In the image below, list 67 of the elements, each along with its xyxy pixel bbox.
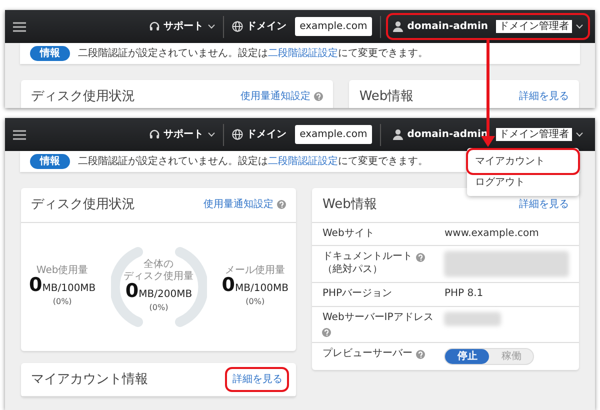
info-label: WebサーバーIPアドレス <box>322 312 434 324</box>
card-title: ディスク使用状況 <box>31 88 135 106</box>
user-name: domain-admin <box>407 20 488 34</box>
usage-percent: (0%) <box>149 302 168 314</box>
support-label: サポート <box>164 128 204 142</box>
menu-item[interactable]: ログアウト <box>469 172 577 193</box>
support-menu[interactable]: サポート <box>148 19 215 34</box>
headset-icon <box>148 129 160 140</box>
support-label: サポート <box>164 20 204 34</box>
usage-unit: MB/100MB <box>42 282 96 296</box>
user-icon <box>393 21 404 32</box>
two-factor-link[interactable]: 二段階認証設定 <box>268 48 338 59</box>
info-badge: 情報 <box>30 46 70 61</box>
role-badge: ドメイン管理者 <box>496 128 572 141</box>
domain-select[interactable]: example.com <box>294 17 372 36</box>
usage-label: 全体の <box>144 259 174 270</box>
usage-percent: (0%) <box>246 296 265 308</box>
info-badge: 情報 <box>30 154 70 169</box>
details-link[interactable]: 詳細を見る <box>519 89 569 104</box>
details-link[interactable]: 詳細を見る <box>519 197 569 212</box>
user-menu[interactable]: domain-admin ドメイン管理者 <box>389 16 587 37</box>
info-label: PHPバージョン <box>322 288 392 300</box>
headset-icon <box>148 21 160 32</box>
notice-text: 二段階認証が設定されていません。設定は二段階認証設定にて変更できます。 <box>78 154 428 169</box>
chevron-icon <box>208 132 215 137</box>
card-title: ディスク使用状況 <box>31 196 135 214</box>
domain-select[interactable]: example.com <box>294 125 372 144</box>
blurred-value <box>444 312 501 326</box>
card-title: マイアカウント情報 <box>31 370 148 388</box>
domain-label: ドメイン <box>246 128 287 142</box>
support-menu[interactable]: サポート <box>148 127 215 142</box>
usage-unit: MB/100MB <box>235 282 288 296</box>
role-badge: ドメイン管理者 <box>496 20 572 33</box>
menu-icon[interactable] <box>13 130 26 140</box>
chevron-icon <box>208 24 215 29</box>
notice-text: 二段階認証が設定されていません。設定は二段階認証設定にて変更できます。 <box>78 46 428 61</box>
chevron-icon <box>576 132 583 137</box>
usage-label: メール使用量 <box>225 264 286 276</box>
globe-icon <box>232 21 243 32</box>
globe-icon <box>232 129 243 140</box>
toggle-option[interactable]: 停止 <box>445 349 490 364</box>
details-link[interactable]: 詳細を見る <box>228 370 286 389</box>
info-value: www.example.com <box>444 228 539 238</box>
info-sublabel: （絶対パス） <box>322 264 384 276</box>
card-title: Web情報 <box>359 88 414 106</box>
usage-value: 0 <box>125 282 139 301</box>
usage-label: ディスク使用量 <box>124 270 194 282</box>
info-label: Webサイト <box>322 228 374 240</box>
status-toggle[interactable]: 停止 稼働 <box>444 348 534 365</box>
usage-value: 0 <box>222 276 236 296</box>
usage-label: Web使用量 <box>36 264 88 276</box>
card-title: Web情報 <box>322 196 377 214</box>
usage-percent: (0%) <box>52 296 72 308</box>
user-menu[interactable]: domain-admin ドメイン管理者 <box>389 124 587 145</box>
usage-value: 0 <box>29 276 42 296</box>
usage-unit: MB/200MB <box>138 288 192 302</box>
info-label: プレビューサーバー <box>322 348 412 360</box>
details-link[interactable]: 使用量通知設定 <box>203 197 286 212</box>
user-name: domain-admin <box>407 128 488 142</box>
details-link[interactable]: 使用量通知設定 <box>240 89 324 104</box>
info-value: PHP 8.1 <box>444 288 484 299</box>
user-icon <box>393 129 404 140</box>
domain-label: ドメイン <box>246 20 287 34</box>
toggle-option[interactable]: 稼働 <box>489 349 534 364</box>
chevron-icon <box>576 24 583 29</box>
menu-icon[interactable] <box>13 22 26 32</box>
info-label: ドキュメントルート <box>322 251 412 264</box>
